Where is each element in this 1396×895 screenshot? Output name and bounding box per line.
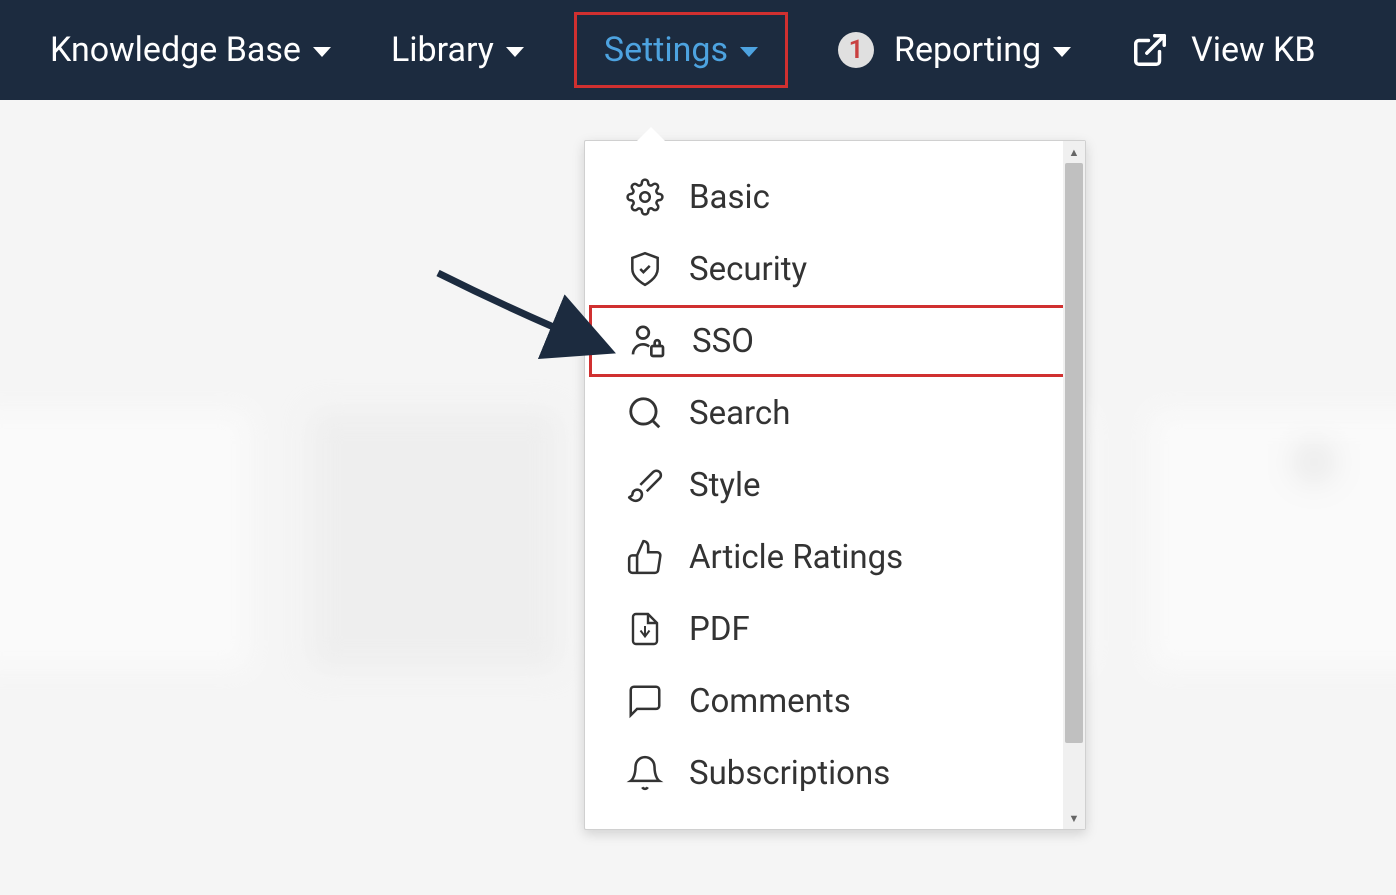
external-link-icon — [1131, 31, 1169, 69]
dropdown-item-pdf[interactable]: PDF — [585, 593, 1085, 665]
nav-reporting[interactable]: 1 Reporting — [808, 12, 1101, 88]
dropdown-scrollbar[interactable]: ▲ ▼ — [1063, 141, 1085, 829]
dropdown-item-label: Search — [689, 394, 790, 433]
nav-settings[interactable]: Settings — [574, 12, 788, 88]
dropdown-item-subscriptions[interactable]: Subscriptions — [585, 737, 1085, 809]
bell-icon — [625, 753, 665, 793]
dropdown-item-label: Security — [689, 250, 807, 289]
settings-dropdown: Basic Security SSO Search — [584, 140, 1086, 830]
chevron-down-icon — [313, 47, 331, 57]
shield-icon — [625, 249, 665, 289]
dropdown-item-style[interactable]: Style — [585, 449, 1085, 521]
dropdown-item-basic[interactable]: Basic — [585, 161, 1085, 233]
nav-item-label: Reporting — [894, 30, 1041, 70]
scroll-down-arrow-icon[interactable]: ▼ — [1063, 807, 1085, 829]
notification-badge: 1 — [838, 32, 874, 68]
dropdown-item-label: Article Ratings — [689, 538, 903, 577]
file-pdf-icon — [625, 609, 665, 649]
dropdown-item-label: SSO — [692, 322, 754, 361]
nav-item-label: Library — [391, 30, 494, 70]
nav-item-label: Settings — [604, 30, 728, 70]
chevron-down-icon — [506, 47, 524, 57]
dropdown-item-comments[interactable]: Comments — [585, 665, 1085, 737]
nav-item-label: Knowledge Base — [50, 30, 301, 70]
dropdown-item-label: Comments — [689, 682, 851, 721]
dropdown-item-article-ratings[interactable]: Article Ratings — [585, 521, 1085, 593]
nav-library[interactable]: Library — [361, 12, 554, 88]
brush-icon — [625, 465, 665, 505]
dropdown-item-label: PDF — [689, 610, 750, 649]
chevron-down-icon — [740, 47, 758, 57]
nav-view-kb[interactable]: View KB — [1101, 12, 1345, 88]
scroll-up-arrow-icon[interactable]: ▲ — [1063, 141, 1085, 163]
dropdown-item-label: Style — [689, 466, 761, 505]
comment-icon — [625, 681, 665, 721]
dropdown-item-sso[interactable]: SSO — [589, 305, 1081, 377]
chevron-down-icon — [1053, 47, 1071, 57]
user-lock-icon — [628, 321, 668, 361]
top-navbar: Knowledge Base Library Settings 1 Report… — [0, 0, 1396, 100]
scroll-thumb[interactable] — [1065, 163, 1083, 743]
nav-knowledge-base[interactable]: Knowledge Base — [20, 12, 361, 88]
nav-item-label: View KB — [1191, 30, 1315, 70]
search-icon — [625, 393, 665, 433]
thumbs-up-icon — [625, 537, 665, 577]
dropdown-item-label: Basic — [689, 178, 770, 217]
gear-icon — [625, 177, 665, 217]
dropdown-item-search[interactable]: Search — [585, 377, 1085, 449]
dropdown-item-label: Subscriptions — [689, 754, 890, 793]
dropdown-item-security[interactable]: Security — [585, 233, 1085, 305]
